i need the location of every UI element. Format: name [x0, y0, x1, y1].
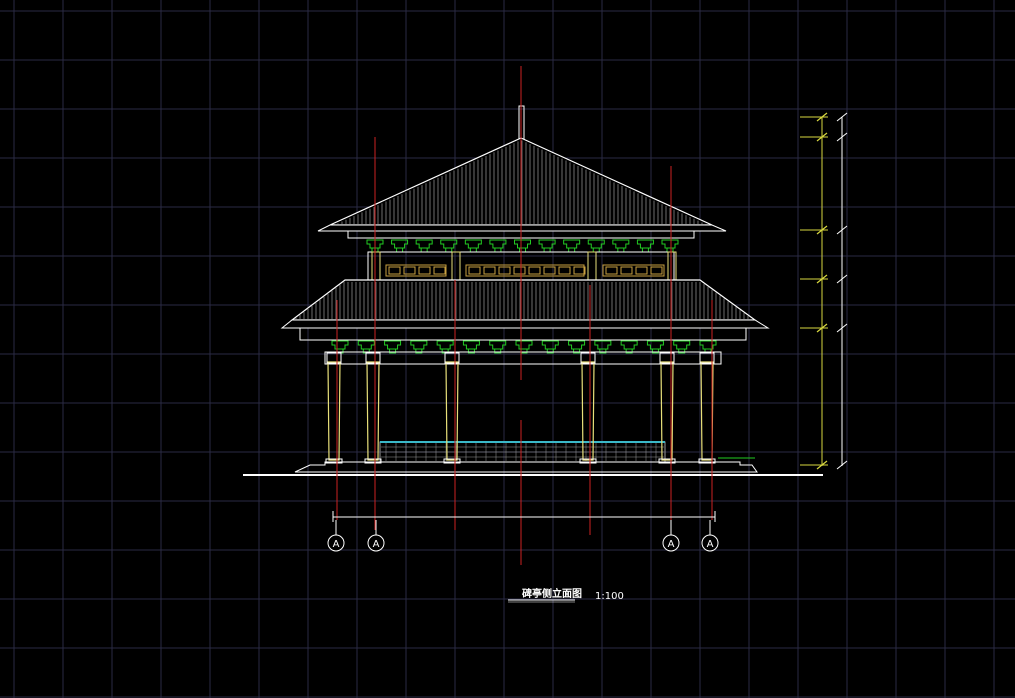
lattice-cell: [388, 266, 401, 275]
bracket: [568, 340, 586, 354]
lower-dougong-brackets: [331, 340, 717, 354]
column: [366, 361, 380, 461]
bracket: [699, 340, 717, 354]
lattice-cell: [650, 266, 663, 275]
pavilion-elevation: [243, 66, 848, 565]
bracket: [357, 340, 375, 354]
upper-roof: [317, 137, 727, 239]
lattice-cell: [635, 266, 648, 275]
lattice-cell: [620, 266, 633, 275]
bracket: [464, 239, 482, 253]
pavilion-elevation-drawing: A A A A 碑亭侧立面图 1:100: [0, 0, 1015, 698]
bracket: [594, 340, 612, 354]
base-wall: [379, 441, 666, 463]
lattice-cell: [468, 266, 481, 275]
bracket: [440, 239, 458, 253]
lattice-cell: [418, 266, 431, 275]
axis-marker-label: A: [333, 539, 340, 550]
lattice-cell: [528, 266, 541, 275]
drawing-scale: 1:100: [595, 591, 624, 602]
bracket: [563, 239, 581, 253]
bracket: [384, 340, 402, 354]
lower-beam: [299, 327, 747, 341]
lattice-cell: [573, 266, 586, 275]
bracket: [331, 340, 349, 354]
bracket: [612, 239, 630, 253]
bracket: [673, 340, 691, 354]
column: [581, 361, 595, 461]
lattice-cell: [558, 266, 571, 275]
upper-lattice-panels: [385, 264, 665, 277]
axis-markers: AAAA: [327, 520, 719, 552]
lattice-cell: [483, 266, 496, 275]
bracket: [620, 340, 638, 354]
lattice-cell: [433, 266, 446, 275]
column: [700, 361, 714, 461]
cad-drawing-canvas[interactable]: A A A A 碑亭侧立面图 1:100: [0, 0, 1015, 698]
bracket: [489, 340, 507, 354]
axis-marker: A: [701, 520, 719, 552]
bracket: [391, 239, 409, 253]
bracket: [462, 340, 480, 354]
lattice-cell: [605, 266, 618, 275]
drawing-title-block: 碑亭侧立面图 1:100: [508, 587, 624, 603]
axis-marker: A: [367, 520, 385, 552]
lower-roof-eave: [280, 319, 770, 329]
upper-roof-eave: [317, 224, 727, 232]
axis-marker-label: A: [373, 539, 380, 550]
vertical-dimension-chain: [800, 112, 848, 470]
horizontal-dimension: [332, 511, 716, 522]
bracket: [646, 340, 664, 354]
axis-marker: A: [662, 520, 680, 552]
lower-roof: [280, 279, 770, 341]
axis-marker-label: A: [707, 539, 714, 550]
axis-marker-label: A: [668, 539, 675, 550]
bracket: [541, 340, 559, 354]
bracket: [514, 239, 531, 253]
bracket: [436, 340, 454, 354]
bracket: [415, 239, 433, 253]
lattice-cell: [513, 266, 526, 275]
bracket: [515, 340, 533, 354]
column: [327, 361, 341, 461]
bracket: [410, 340, 428, 354]
axis-marker: A: [327, 520, 345, 552]
background-grid: [0, 0, 1015, 698]
drawing-title: 碑亭侧立面图: [522, 587, 582, 600]
bracket: [661, 239, 679, 253]
upper-dougong-brackets: [366, 239, 679, 253]
